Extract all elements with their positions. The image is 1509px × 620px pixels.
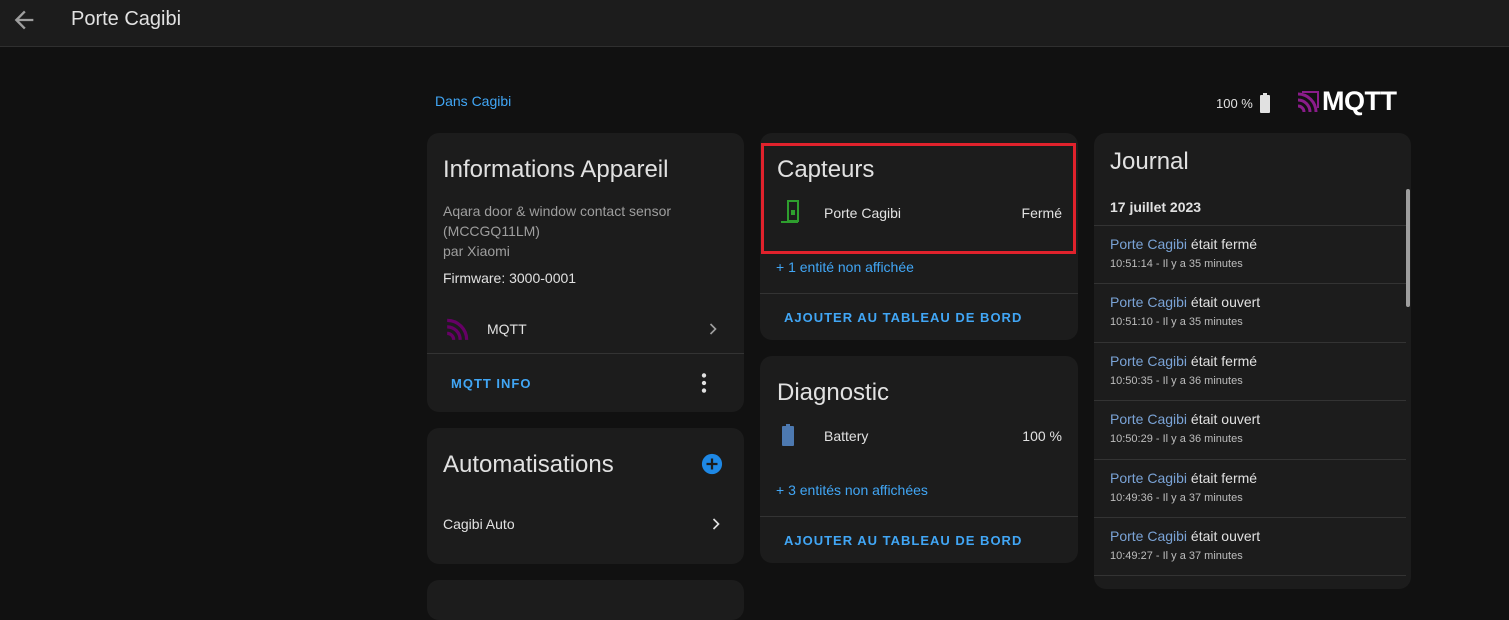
log-message: était fermé: [1187, 470, 1258, 486]
diagnostic-card: Diagnostic Battery 100 % + 3 entités non…: [760, 356, 1078, 563]
model-name: Aqara door & window contact sensor: [443, 203, 672, 219]
add-to-dashboard-button[interactable]: AJOUTER AU TABLEAU DE BORD: [784, 310, 1022, 325]
log-time: 10:50:29 - Il y a 36 minutes: [1110, 433, 1243, 445]
back-button[interactable]: [10, 6, 38, 34]
log-message: était fermé: [1187, 353, 1258, 369]
log-message: était ouvert: [1187, 411, 1261, 427]
chevron-right-icon: [712, 518, 720, 530]
top-app-bar: Porte Cagibi: [0, 0, 1509, 47]
plus-circle-icon: [701, 453, 723, 475]
highlight-annotation: [761, 143, 1076, 254]
battery-level-text: 100 %: [1216, 95, 1253, 111]
log-entity-link[interactable]: Porte Cagibi: [1110, 528, 1187, 544]
diagnostic-entity-row[interactable]: Battery 100 %: [760, 420, 1078, 450]
hidden-entities-link[interactable]: + 1 entité non affichée: [776, 259, 914, 275]
battery-status: 100 %: [1216, 93, 1271, 113]
mqtt-logo: MQTT: [1296, 86, 1397, 117]
log-message: était fermé: [1187, 236, 1258, 252]
scenes-card: [427, 580, 744, 620]
mqtt-icon: [446, 318, 469, 341]
log-entry: Porte Cagibi était fermé 10:49:36 - Il y…: [1094, 459, 1406, 518]
diagnostic-entity-name: Battery: [824, 428, 869, 444]
log-message: était ouvert: [1187, 528, 1261, 544]
log-entity-link[interactable]: Porte Cagibi: [1110, 353, 1187, 369]
automation-item[interactable]: Cagibi Auto: [427, 504, 744, 544]
page-title: Porte Cagibi: [71, 8, 182, 30]
log-entity-link[interactable]: Porte Cagibi: [1110, 470, 1187, 486]
device-model: Aqara door & window contact sensor (MCCG…: [443, 201, 703, 261]
device-info-card: Informations Appareil Aqara door & windo…: [427, 133, 744, 412]
automations-card: Automatisations Cagibi Auto: [427, 428, 744, 564]
log-time: 10:49:36 - Il y a 37 minutes: [1110, 492, 1243, 504]
journal-title: Journal: [1110, 148, 1189, 175]
mqtt-icon: [1297, 90, 1319, 112]
divider: [427, 353, 744, 354]
divider: [760, 516, 1078, 517]
automations-title: Automatisations: [443, 451, 614, 478]
dots-vertical-icon: [701, 373, 707, 393]
diagnostic-title: Diagnostic: [777, 379, 890, 406]
journal-date: 17 juillet 2023: [1110, 199, 1202, 215]
add-automation-button[interactable]: [701, 453, 723, 475]
log-entity-link[interactable]: Porte Cagibi: [1110, 411, 1187, 427]
log-entry: Porte Cagibi était fermé 10:51:14 - Il y…: [1094, 225, 1406, 284]
journal-card: Journal 17 juillet 2023 Porte Cagibi éta…: [1094, 133, 1411, 589]
area-link[interactable]: Dans Cagibi: [435, 93, 511, 109]
automation-label: Cagibi Auto: [443, 516, 515, 532]
add-to-dashboard-button[interactable]: AJOUTER AU TABLEAU DE BORD: [784, 533, 1022, 548]
device-info-title: Informations Appareil: [443, 156, 669, 183]
model-code: (MCCGQ11LM): [443, 223, 540, 239]
diagnostic-entity-state: 100 %: [1022, 428, 1062, 444]
log-entity-link[interactable]: Porte Cagibi: [1110, 236, 1187, 252]
arrow-left-icon: [14, 10, 34, 30]
log-entry: Porte Cagibi était ouvert 10:50:29 - Il …: [1094, 400, 1406, 459]
log-entry: Porte Cagibi était ouvert 10:49:27 - Il …: [1094, 517, 1406, 576]
mqtt-info-button[interactable]: MQTT INFO: [451, 376, 532, 391]
divider: [760, 293, 1078, 294]
log-time: 10:51:14 - Il y a 35 minutes: [1110, 258, 1243, 270]
log-message: était ouvert: [1187, 294, 1261, 310]
battery-full-icon: [782, 424, 794, 446]
firmware-version: Firmware: 3000-0001: [443, 270, 577, 286]
more-options-button[interactable]: [691, 370, 717, 396]
log-time: 10:50:35 - Il y a 36 minutes: [1110, 375, 1243, 387]
log-entity-link[interactable]: Porte Cagibi: [1110, 294, 1187, 310]
journal-scrollbar[interactable]: [1406, 189, 1410, 307]
manufacturer: par Xiaomi: [443, 243, 510, 259]
mqtt-logo-text: MQTT: [1322, 86, 1397, 116]
battery-icon: [1259, 93, 1270, 113]
log-time: 10:51:10 - Il y a 35 minutes: [1110, 316, 1243, 328]
divider: [1094, 575, 1406, 576]
chevron-right-icon: [709, 323, 717, 335]
integration-label: MQTT: [487, 321, 527, 337]
log-entry: Porte Cagibi était fermé 10:50:35 - Il y…: [1094, 342, 1406, 401]
log-time: 10:49:27 - Il y a 37 minutes: [1110, 550, 1243, 562]
log-entry: Porte Cagibi était ouvert 10:51:10 - Il …: [1094, 283, 1406, 342]
integration-row[interactable]: MQTT: [427, 307, 744, 351]
hidden-entities-link[interactable]: + 3 entités non affichées: [776, 482, 928, 498]
